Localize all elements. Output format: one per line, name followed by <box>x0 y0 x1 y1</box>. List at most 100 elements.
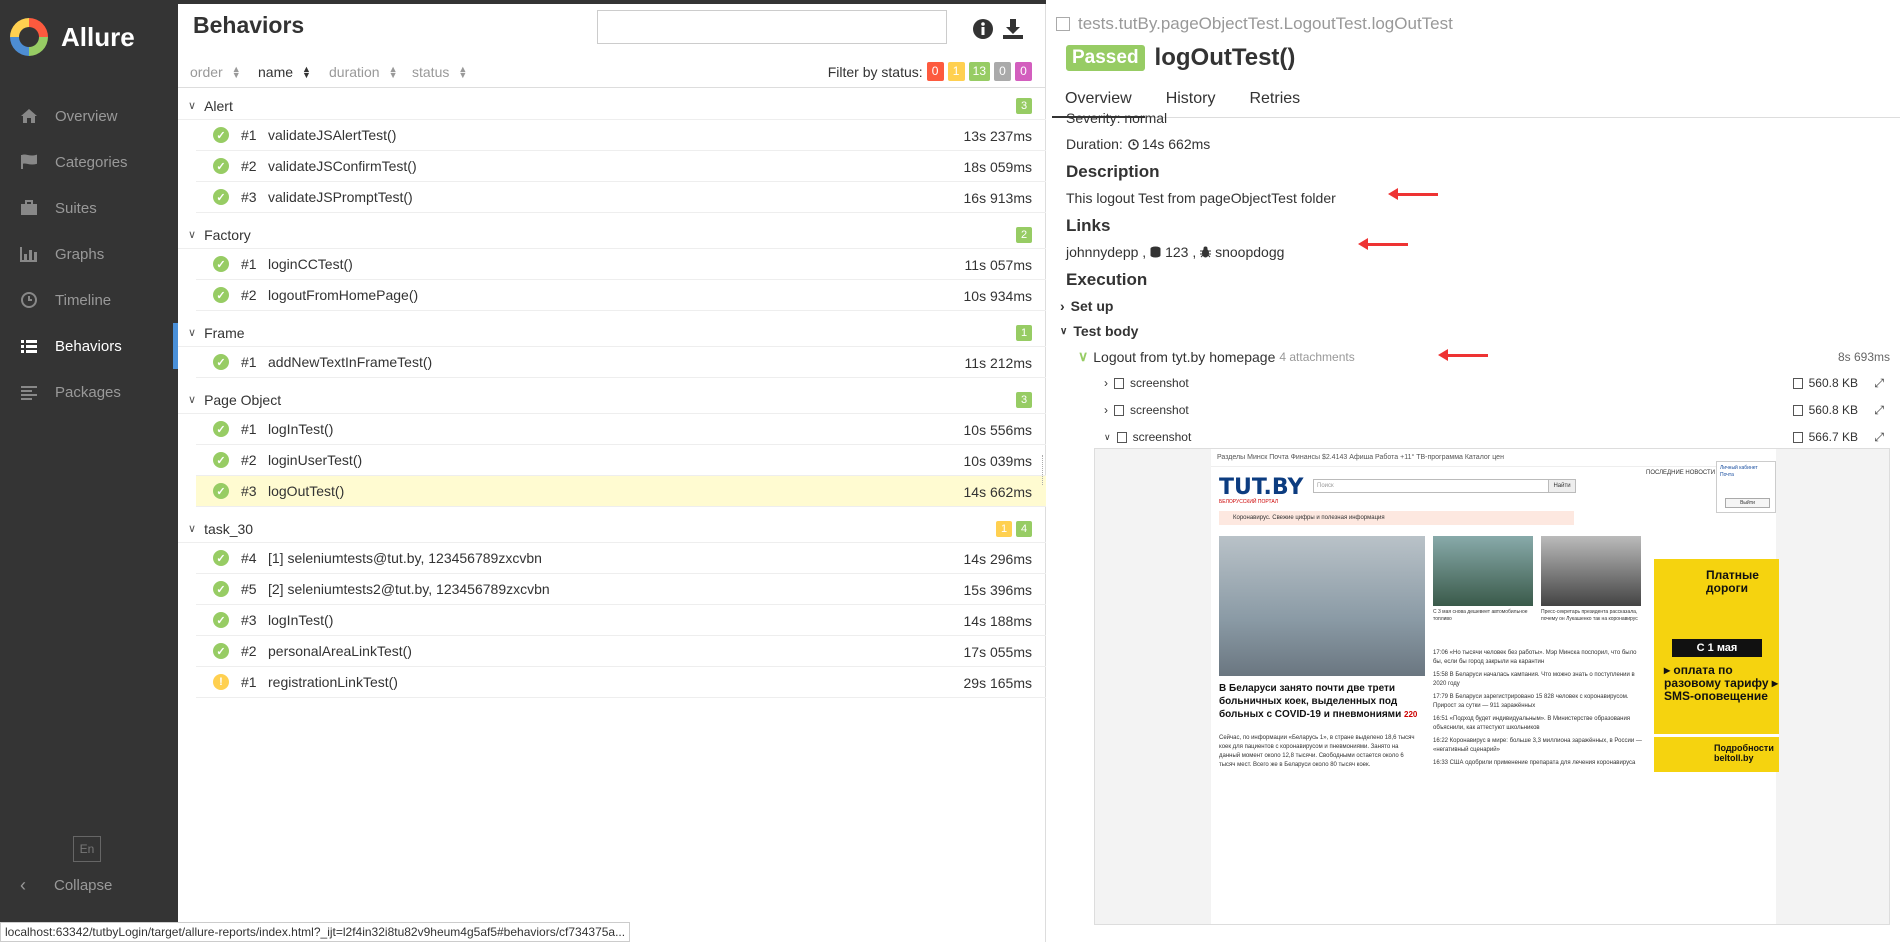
attachment-row[interactable]: › screenshot 560.8 KB ⤢ <box>1104 399 1888 421</box>
tutby-thumb-fuel <box>1433 536 1533 606</box>
sort-status[interactable]: status ▲ ▼ <box>412 64 467 80</box>
filter-skipped[interactable]: 0 <box>994 62 1011 81</box>
allure-logo[interactable]: Allure <box>10 18 135 56</box>
sort-arrows-icon: ▲ ▼ <box>388 64 398 80</box>
sort-duration[interactable]: duration ▲ ▼ <box>329 64 398 80</box>
tree-group-name: Factory <box>204 226 251 243</box>
tutby-news-item: 15:58 В Беларуси началась кампания. Что … <box>1433 672 1635 687</box>
tree-group-count-badge: 4 <box>1016 521 1032 537</box>
test-number: #4 <box>241 550 257 566</box>
fullscreen-icon[interactable]: ⤢ <box>1874 430 1884 445</box>
clock-icon <box>1128 138 1139 150</box>
link-separator: , <box>1188 244 1201 260</box>
test-row[interactable]: ✓ #4 [1] seleniumtests@tut.by, 123456789zx… <box>196 543 1046 574</box>
tutby-logo-sub: БЕЛОРУССКИЙ ПОРТАЛ <box>1219 499 1279 505</box>
sidebar-item-overview[interactable]: Overview <box>0 93 178 139</box>
test-row[interactable]: ✓ #1 addNewTextInFrameTest() 11s 212ms <box>196 347 1046 378</box>
collapse-button[interactable]: ‹ Collapse <box>20 875 112 896</box>
setup-label: Set up <box>1070 298 1114 314</box>
attachment-size-text: 560.8 KB <box>1808 403 1858 417</box>
test-row[interactable]: ✓ #1 logInTest() 10s 556ms <box>196 414 1046 445</box>
language-button[interactable]: En <box>73 836 101 862</box>
sidebar-item-timeline[interactable]: Timeline <box>0 277 178 323</box>
test-number: #1 <box>241 674 257 690</box>
sidebar-item-behaviors[interactable]: Behaviors <box>0 323 178 369</box>
tutby-thumb-caption-2: Пресс-секретарь президента рассказала, п… <box>1541 609 1638 622</box>
tree-group[interactable]: ∨ Page Object 3 <box>178 386 1046 414</box>
severity-label: Severity: <box>1066 110 1121 126</box>
test-duration: 15s 396ms <box>963 582 1032 598</box>
tutby-ad-title: Платные дороги <box>1706 568 1759 595</box>
sidebar-item-graphs[interactable]: Graphs <box>0 231 178 277</box>
tree-group[interactable]: ∨ task_30 1 4 <box>178 515 1046 543</box>
tab-retries[interactable]: Retries <box>1236 88 1313 118</box>
sidebar-item-packages[interactable]: Packages <box>0 369 178 415</box>
duration-label: Duration: <box>1066 136 1123 152</box>
sidebar-item-categories[interactable]: Categories <box>0 139 178 185</box>
test-duration: 11s 057ms <box>964 257 1032 273</box>
fullscreen-icon[interactable]: ⤢ <box>1874 403 1884 418</box>
sidebar-item-label: Timeline <box>55 291 112 309</box>
test-row[interactable]: ✓ #3 logOutTest() 14s 662ms <box>196 476 1046 507</box>
test-row[interactable]: ✓ #1 loginCCTest() 11s 057ms <box>196 249 1046 280</box>
test-row[interactable]: ✓ #3 logInTest() 14s 188ms <box>196 605 1046 636</box>
test-row[interactable]: ✓ #2 personalAreaLinkTest() 17s 055ms <box>196 636 1046 667</box>
description-title: Description <box>1066 162 1160 181</box>
tree-group[interactable]: ∨ Alert 3 <box>178 92 1046 120</box>
test-row[interactable]: ✓ #5 [2] seleniumtests2@tut.by, 123456789z… <box>196 574 1046 605</box>
filter-failed[interactable]: 0 <box>926 62 944 81</box>
tree-group[interactable]: ∨ Factory 2 <box>178 221 1046 249</box>
page-title: Behaviors <box>193 12 305 38</box>
description-text: This logout Test from pageObjectTest fol… <box>1066 190 1336 206</box>
detail-tabs: Overview History Retries <box>1052 88 1900 118</box>
test-number: #3 <box>241 612 257 628</box>
copy-icon[interactable] <box>1056 17 1070 31</box>
tutby-news-list: 17:06 «Но тысячи человек без работы». Мэ… <box>1433 649 1643 772</box>
tree-group[interactable]: ∨ Frame 1 <box>178 319 1046 347</box>
test-name: loginCCTest() <box>268 256 353 272</box>
test-row[interactable]: ✓ #2 logoutFromHomePage() 10s 934ms <box>196 280 1046 311</box>
chevron-down-icon: ∨ <box>188 394 197 406</box>
tutby-ad-text: ▸ оплата по разовому тарифу ▸ SMS-оповещ… <box>1664 663 1778 703</box>
passed-status-icon: ✓ <box>213 421 229 437</box>
sort-arrows-icon: ▲ ▼ <box>231 64 241 80</box>
tree-group-counts: 14 <box>992 521 1032 537</box>
bar-chart-icon <box>18 245 40 263</box>
filter-passed[interactable]: 13 <box>968 62 990 81</box>
download-icon[interactable] <box>1002 18 1024 40</box>
tree-group-name: Page Object <box>204 391 282 408</box>
test-path: tests.tutBy.pageObjectTest.LogoutTest.lo… <box>1056 14 1453 34</box>
test-row[interactable]: ✓ #2 validateJSConfirmTest() 18s 059ms <box>196 151 1046 182</box>
test-row[interactable]: ✓ #2 loginUserTest() 10s 039ms <box>196 445 1046 476</box>
filter-unknown[interactable]: 0 <box>1015 62 1032 81</box>
test-duration: 10s 556ms <box>963 422 1032 438</box>
test-body-toggle[interactable]: ∨ Test body <box>1060 323 1138 339</box>
setup-toggle[interactable]: › Set up <box>1060 298 1113 314</box>
test-row[interactable]: ! #1 registrationLinkTest() 29s 165ms <box>196 667 1046 698</box>
sort-status-label: status <box>412 64 450 80</box>
tutby-news-item: 16:33 США одобрили применение препарата … <box>1433 760 1636 766</box>
tree-group-count-badge: 2 <box>1016 227 1032 243</box>
link-snoopdogg[interactable]: snoopdogg <box>1215 244 1284 260</box>
tree-group-count-badge: 3 <box>1016 98 1032 114</box>
attachment-row[interactable]: › screenshot 560.8 KB ⤢ <box>1104 372 1888 394</box>
info-icon[interactable] <box>972 18 994 40</box>
test-row[interactable]: ✓ #1 validateJSAlertTest() 13s 237ms <box>196 120 1046 151</box>
test-row[interactable]: ✓ #3 validateJSPromptTest() 16s 913ms <box>196 182 1046 213</box>
search-input[interactable] <box>597 10 947 44</box>
test-duration: 14s 662ms <box>963 484 1032 500</box>
link-johnnydepp[interactable]: johnnydepp <box>1066 244 1138 260</box>
sort-name[interactable]: name ▲ ▼ <box>258 64 311 80</box>
sidebar-item-label: Packages <box>55 383 121 401</box>
sidebar-item-label: Graphs <box>55 245 105 263</box>
link-123[interactable]: 123 <box>1165 244 1188 260</box>
file-icon <box>1792 431 1803 443</box>
fullscreen-icon[interactable]: ⤢ <box>1874 376 1884 391</box>
sidebar-item-suites[interactable]: Suites <box>0 185 178 231</box>
sort-order[interactable]: order ▲ ▼ <box>190 64 241 80</box>
filter-broken[interactable]: 1 <box>947 62 965 81</box>
attachment-row[interactable]: ∨ screenshot 566.7 KB ⤢ <box>1104 426 1888 448</box>
attachment-screenshot-preview: Разделы Минск Почта Финансы $2.4143 Афиш… <box>1094 448 1890 925</box>
